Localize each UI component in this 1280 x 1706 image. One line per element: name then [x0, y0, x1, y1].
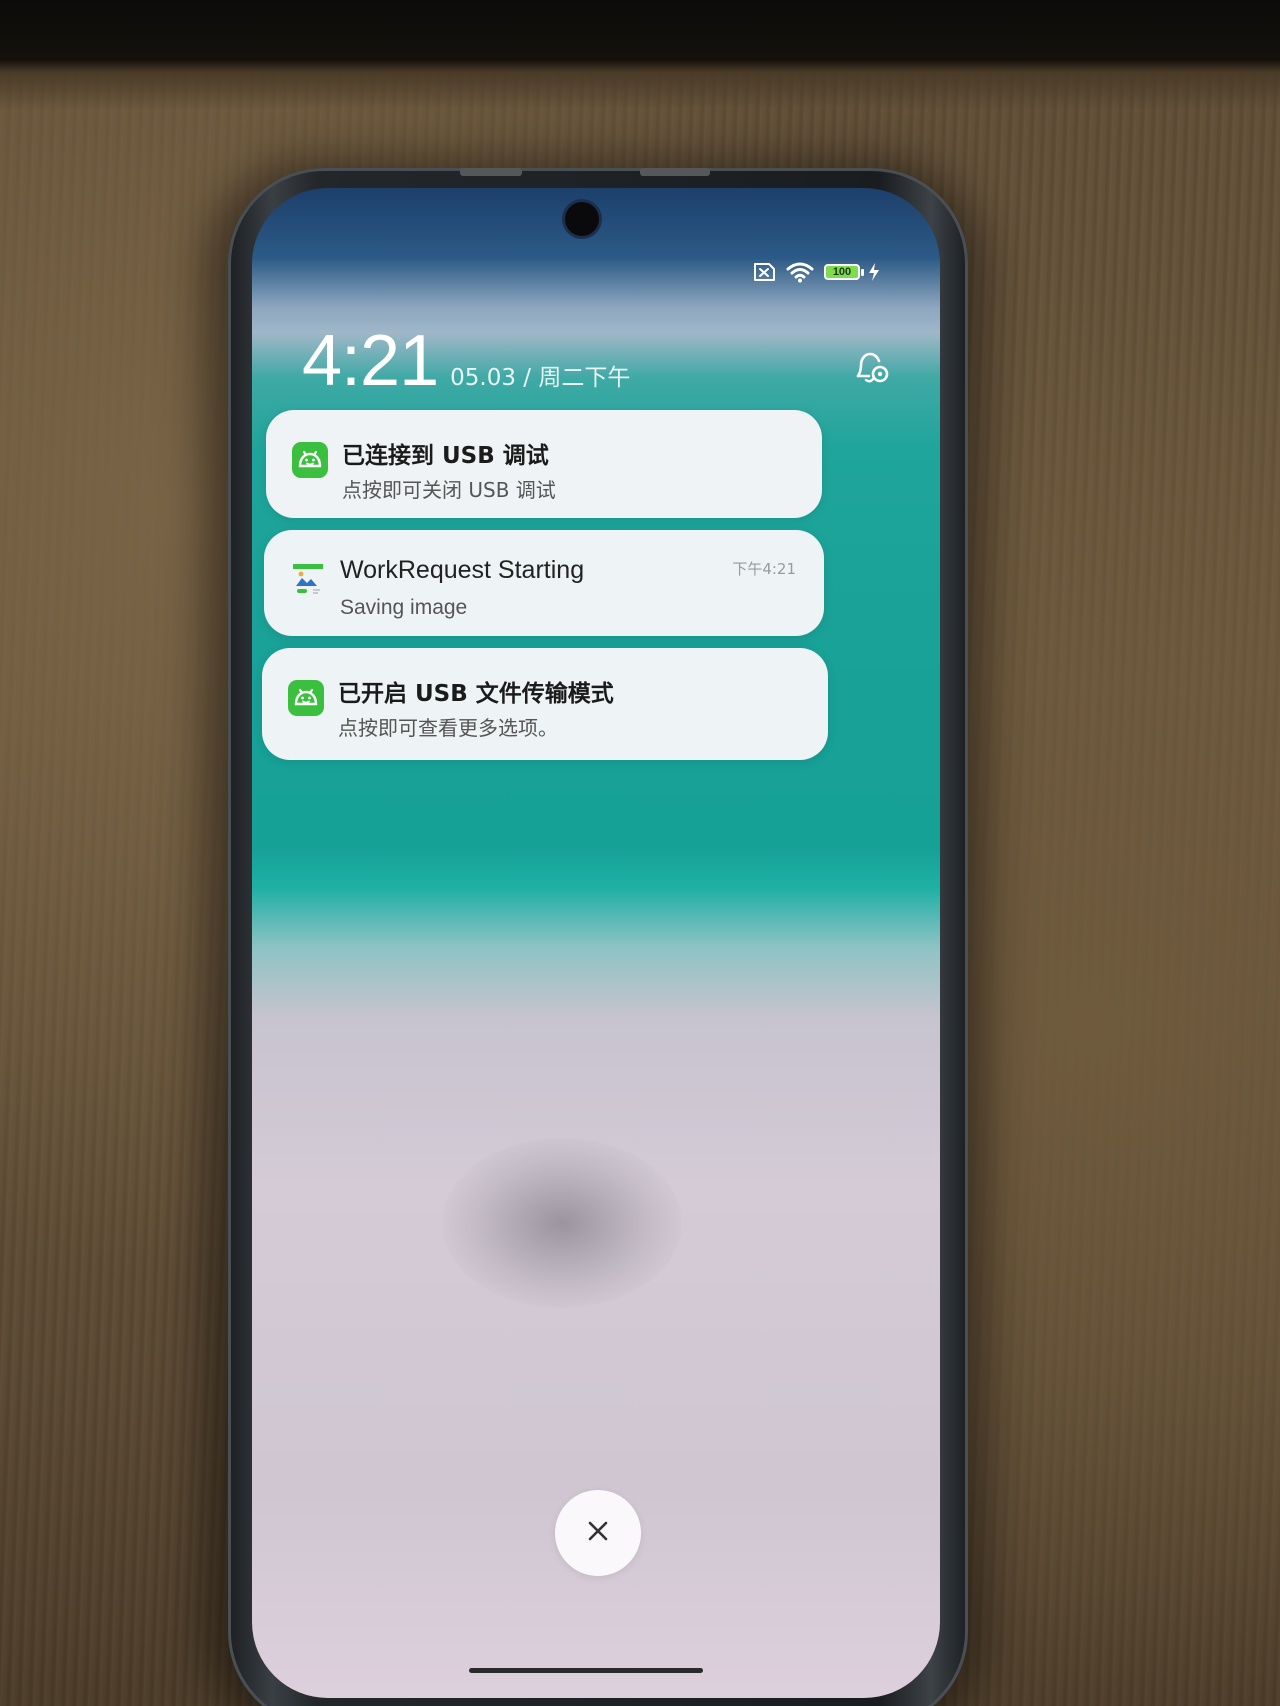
notification-title: WorkRequest Starting: [340, 556, 585, 584]
clock-date: 05.03 / 周二下午: [450, 365, 631, 391]
phone-top-button: [460, 168, 522, 176]
notification-workrequest[interactable]: WorkRequest Starting Saving image 下午4:21: [264, 530, 824, 636]
notification-text: 点按即可查看更多选项。: [338, 716, 558, 740]
clock-time: 4:21: [302, 321, 439, 401]
clock-row: 4:21 05.03 / 周二下午: [302, 320, 630, 402]
notification-title: 已连接到 USB 调试: [342, 443, 549, 469]
clear-notifications-button[interactable]: [555, 1490, 641, 1576]
phone-screen: 100 4:21 05.03 / 周二下午 已连接到 USB 调试 点按即可关闭…: [252, 188, 940, 1698]
image-app-icon: [290, 562, 326, 598]
photo-background: 100 4:21 05.03 / 周二下午 已连接到 USB 调试 点按即可关闭…: [0, 0, 1280, 1706]
android-icon: [288, 680, 324, 716]
wifi-icon: [786, 261, 814, 283]
home-indicator[interactable]: [469, 1668, 703, 1673]
wallpaper-blur: [442, 1138, 682, 1308]
close-icon: [586, 1519, 610, 1547]
notification-title: 已开启 USB 文件传输模式: [338, 681, 614, 707]
notification-usb-transfer[interactable]: 已开启 USB 文件传输模式 点按即可查看更多选项。: [262, 648, 828, 760]
notification-text: Saving image: [340, 596, 468, 619]
battery-indicator: 100: [824, 264, 864, 280]
lightning-icon: [868, 262, 880, 282]
notification-usb-debug[interactable]: 已连接到 USB 调试 点按即可关闭 USB 调试: [266, 410, 822, 518]
front-camera: [565, 202, 599, 236]
status-bar: 100: [750, 261, 880, 283]
notification-time: 下午4:21: [732, 560, 796, 578]
phone-top-button: [640, 168, 710, 176]
android-icon: [292, 442, 328, 478]
bell-gear-icon[interactable]: [852, 348, 892, 388]
no-sim-icon: [750, 262, 776, 282]
notification-text: 点按即可关闭 USB 调试: [342, 478, 556, 502]
